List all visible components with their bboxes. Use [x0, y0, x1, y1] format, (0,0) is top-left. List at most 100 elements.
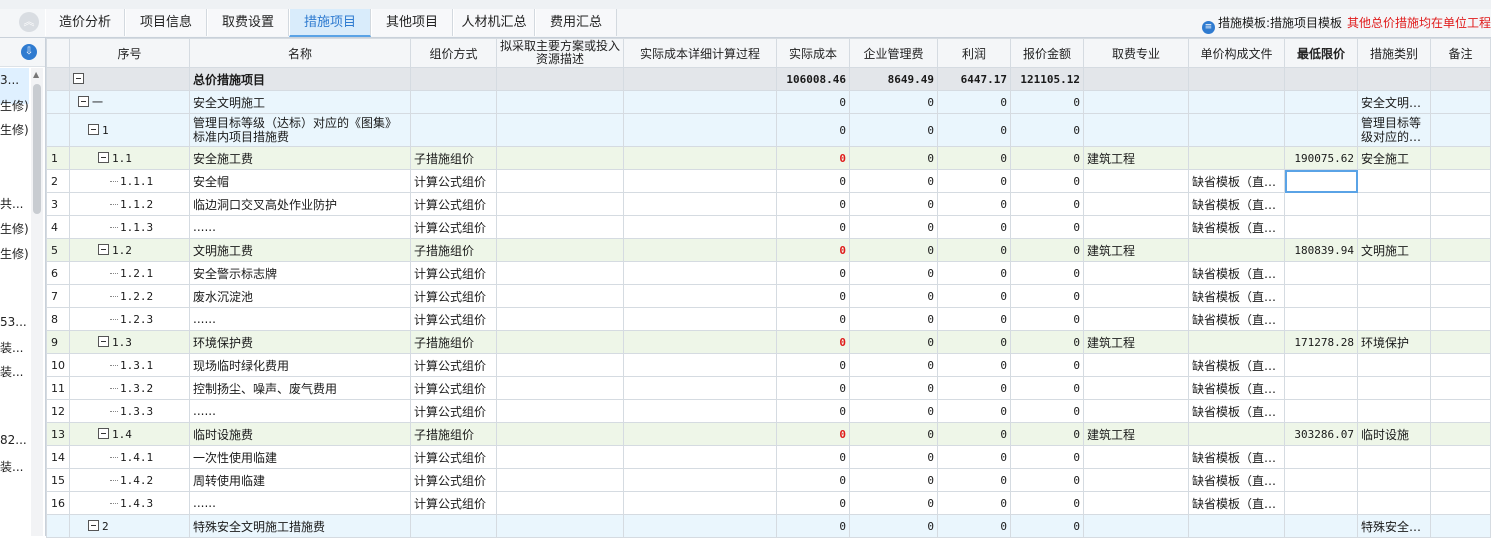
- col-quote-header[interactable]: 报价金额: [1010, 38, 1084, 68]
- collapse-toggle-icon[interactable]: [98, 151, 109, 163]
- row-method[interactable]: [410, 514, 497, 538]
- row-name[interactable]: ......: [189, 399, 411, 423]
- row-remark[interactable]: [1430, 468, 1491, 492]
- row-empty-cell[interactable]: [1083, 67, 1189, 91]
- row-cost[interactable]: 0: [776, 445, 850, 469]
- tab-fee-settings[interactable]: 取费设置: [207, 9, 289, 36]
- row-major[interactable]: [1083, 90, 1189, 114]
- row-name[interactable]: 文明施工费: [189, 238, 411, 262]
- table-row[interactable]: 1 1.1 安全施工费 子措施组价 0 0 0 0 建筑工程 190075.62 安全施工: [46, 146, 1491, 170]
- row-empty-cell[interactable]: [1430, 67, 1491, 91]
- row-empty-cell[interactable]: [1357, 67, 1431, 91]
- row-major[interactable]: [1083, 353, 1189, 377]
- col-name-header[interactable]: 名称: [189, 38, 411, 68]
- row-file[interactable]: 缺省模板（直…: [1188, 261, 1285, 285]
- row-calc[interactable]: [623, 307, 777, 331]
- col-blank-header[interactable]: [46, 38, 70, 68]
- row-limit[interactable]: [1284, 192, 1358, 216]
- row-category[interactable]: [1357, 399, 1431, 423]
- row-limit[interactable]: [1284, 215, 1358, 239]
- row-remark[interactable]: [1430, 215, 1491, 239]
- row-file[interactable]: [1188, 146, 1285, 170]
- row-plan[interactable]: [496, 113, 624, 147]
- row-limit[interactable]: [1284, 376, 1358, 400]
- row-major[interactable]: [1083, 307, 1189, 331]
- row-plan[interactable]: [496, 238, 624, 262]
- tab-cost-analysis[interactable]: 造价分析: [45, 9, 125, 36]
- row-method[interactable]: 计算公式组价: [410, 215, 497, 239]
- row-major[interactable]: [1083, 169, 1189, 193]
- row-file[interactable]: 缺省模板（直…: [1188, 169, 1285, 193]
- row-major[interactable]: 建筑工程: [1083, 146, 1189, 170]
- row-file[interactable]: 缺省模板（直…: [1188, 491, 1285, 515]
- row-limit[interactable]: [1284, 491, 1358, 515]
- row-calc[interactable]: [623, 353, 777, 377]
- row-remark[interactable]: [1430, 238, 1491, 262]
- row-calc[interactable]: [623, 468, 777, 492]
- row-category[interactable]: [1357, 261, 1431, 285]
- row-limit[interactable]: [1284, 353, 1358, 377]
- col-file-header[interactable]: 单价构成文件: [1188, 38, 1285, 68]
- col-major-header[interactable]: 取费专业: [1083, 38, 1189, 68]
- table-row[interactable]: 14 1.4.1 一次性使用临建 计算公式组价 0 0 0 0 缺省模板（直…: [46, 445, 1491, 469]
- row-category[interactable]: [1357, 491, 1431, 515]
- row-remark[interactable]: [1430, 514, 1491, 538]
- row-category[interactable]: 安全施工: [1357, 146, 1431, 170]
- row-plan[interactable]: [496, 514, 624, 538]
- row-cost[interactable]: 0: [776, 353, 850, 377]
- collapse-toggle-icon[interactable]: [88, 519, 99, 531]
- row-name[interactable]: 管理目标等级（达标）对应的《图集》标准内项目措施费: [189, 113, 411, 147]
- row-file[interactable]: [1188, 422, 1285, 446]
- row-remark[interactable]: [1430, 445, 1491, 469]
- row-cost[interactable]: 0: [776, 307, 850, 331]
- col-method-header[interactable]: 组价方式: [410, 38, 497, 68]
- row-cost[interactable]: 0: [776, 468, 850, 492]
- row-file[interactable]: [1188, 330, 1285, 354]
- col-mgmt-header[interactable]: 企业管理费: [849, 38, 938, 68]
- table-row[interactable]: 4 1.1.3...... 计算公式组价 0 0 0 0 缺省模板（直…: [46, 215, 1491, 239]
- row-name[interactable]: 现场临时绿化费用: [189, 353, 411, 377]
- row-remark[interactable]: [1430, 113, 1491, 147]
- table-row[interactable]: 8 1.2.3...... 计算公式组价 0 0 0 0 缺省模板（直…: [46, 307, 1491, 331]
- row-remark[interactable]: [1430, 146, 1491, 170]
- left-panel-item[interactable]: 装...: [0, 363, 29, 380]
- table-row[interactable]: 16 1.4.3...... 计算公式组价 0 0 0 0 缺省模板（直…: [46, 491, 1491, 515]
- row-file[interactable]: 缺省模板（直…: [1188, 307, 1285, 331]
- row-file[interactable]: [1188, 113, 1285, 147]
- left-panel-item[interactable]: 生修): [0, 121, 29, 138]
- col-cost-header[interactable]: 实际成本: [776, 38, 850, 68]
- table-row[interactable]: 9 1.3 环境保护费 子措施组价 0 0 0 0 建筑工程 171278.28 环境保护: [46, 330, 1491, 354]
- row-file[interactable]: 缺省模板（直…: [1188, 376, 1285, 400]
- row-limit[interactable]: [1284, 514, 1358, 538]
- row-method[interactable]: 计算公式组价: [410, 468, 497, 492]
- row-limit[interactable]: [1284, 468, 1358, 492]
- row-calc[interactable]: [623, 284, 777, 308]
- left-panel-item[interactable]: 82...: [0, 433, 29, 447]
- collapse-toggle-icon[interactable]: [73, 72, 84, 84]
- row-file[interactable]: 缺省模板（直…: [1188, 284, 1285, 308]
- row-cost[interactable]: 0: [776, 215, 850, 239]
- table-row[interactable]: 1 管理目标等级（达标）对应的《图集》标准内项目措施费 0 0 0 0 管理目标等级对应的…: [46, 113, 1491, 147]
- row-plan[interactable]: [496, 284, 624, 308]
- row-plan[interactable]: [496, 468, 624, 492]
- row-cost[interactable]: 0: [776, 284, 850, 308]
- row-remark[interactable]: [1430, 284, 1491, 308]
- row-remark[interactable]: [1430, 422, 1491, 446]
- row-category[interactable]: 临时设施: [1357, 422, 1431, 446]
- table-row[interactable]: 12 1.3.3...... 计算公式组价 0 0 0 0 缺省模板（直…: [46, 399, 1491, 423]
- row-calc[interactable]: [623, 238, 777, 262]
- row-method[interactable]: 计算公式组价: [410, 192, 497, 216]
- row-remark[interactable]: [1430, 261, 1491, 285]
- table-row[interactable]: 10 1.3.1 现场临时绿化费用 计算公式组价 0 0 0 0 缺省模板（直…: [46, 353, 1491, 377]
- row-category[interactable]: [1357, 169, 1431, 193]
- collapse-toggle-icon[interactable]: [98, 427, 109, 439]
- collapse-icon[interactable]: ︽: [19, 12, 39, 32]
- row-plan[interactable]: [496, 422, 624, 446]
- col-category-header[interactable]: 措施类别: [1357, 38, 1431, 68]
- row-plan[interactable]: [496, 330, 624, 354]
- row-remark[interactable]: [1430, 376, 1491, 400]
- row-name[interactable]: 周转使用临建: [189, 468, 411, 492]
- row-name[interactable]: 特殊安全文明施工措施费: [189, 514, 411, 538]
- row-name[interactable]: 环境保护费: [189, 330, 411, 354]
- col-seq-header[interactable]: 序号: [69, 38, 190, 68]
